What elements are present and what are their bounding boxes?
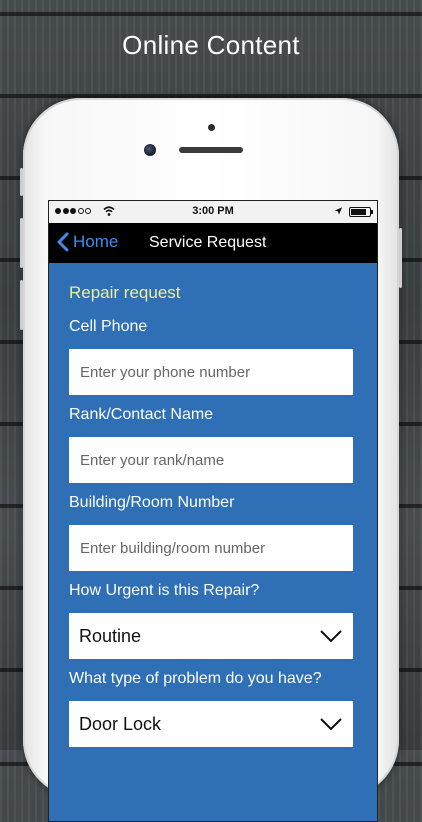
phone-screen: 3:00 PM Home Service Request Repair requ…	[48, 200, 378, 822]
problem-type-label: What type of problem do you have?	[69, 670, 322, 687]
problem-type-select[interactable]: Door Lock	[69, 701, 353, 747]
rank-contact-label: Rank/Contact Name	[69, 406, 214, 423]
nav-bar: Home Service Request	[49, 223, 377, 263]
urgency-label: How Urgent is this Repair?	[69, 582, 260, 599]
location-arrow-icon	[334, 207, 343, 215]
earpiece-speaker	[179, 147, 243, 153]
rank-contact-input[interactable]	[69, 437, 353, 483]
back-button[interactable]: Home	[57, 232, 118, 252]
volume-down-button	[20, 280, 23, 330]
repair-request-form: Repair request Cell Phone Rank/Contact N…	[49, 283, 377, 747]
battery-icon	[349, 207, 373, 217]
proximity-sensor	[208, 124, 215, 131]
building-room-label: Building/Room Number	[69, 494, 235, 511]
nav-title: Service Request	[149, 234, 267, 251]
chevron-down-icon	[320, 718, 342, 731]
volume-up-button	[20, 218, 23, 268]
power-button	[399, 228, 402, 288]
chevron-left-icon	[57, 232, 69, 252]
status-time: 3:00 PM	[192, 205, 234, 217]
headline: Online Content	[122, 30, 300, 60]
urgency-value: Routine	[79, 625, 142, 646]
building-room-input[interactable]	[69, 525, 353, 571]
section-title: Repair request	[69, 283, 181, 302]
urgency-select[interactable]: Routine	[69, 613, 353, 659]
problem-type-value: Door Lock	[79, 713, 162, 734]
cell-phone-label: Cell Phone	[69, 318, 148, 335]
cell-phone-input[interactable]	[69, 349, 353, 395]
front-camera	[144, 144, 156, 156]
mute-switch	[20, 168, 23, 196]
status-bar: 3:00 PM	[49, 201, 377, 223]
phone-frame: 3:00 PM Home Service Request Repair requ…	[20, 98, 402, 822]
chevron-down-icon	[320, 630, 342, 643]
back-label: Home	[73, 232, 119, 251]
